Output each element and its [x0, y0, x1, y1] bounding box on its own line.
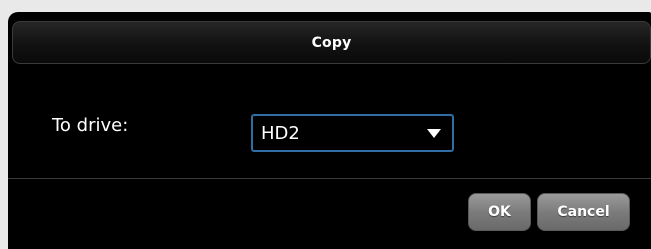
dialog-titlebar: Copy	[12, 21, 651, 64]
drive-label: To drive:	[52, 115, 129, 136]
dialog-footer: OK Cancel	[8, 179, 651, 249]
drive-select-value: HD2	[261, 123, 300, 144]
drive-select[interactable]: HD2	[251, 114, 454, 152]
copy-dialog: Copy To drive: HD2 OK Cancel	[8, 12, 651, 249]
ok-button[interactable]: OK	[468, 193, 531, 231]
dialog-body: To drive: HD2	[8, 64, 651, 178]
cancel-button[interactable]: Cancel	[537, 193, 630, 231]
dialog-title: Copy	[311, 34, 352, 51]
dropdown-arrow-icon[interactable]	[427, 129, 441, 138]
